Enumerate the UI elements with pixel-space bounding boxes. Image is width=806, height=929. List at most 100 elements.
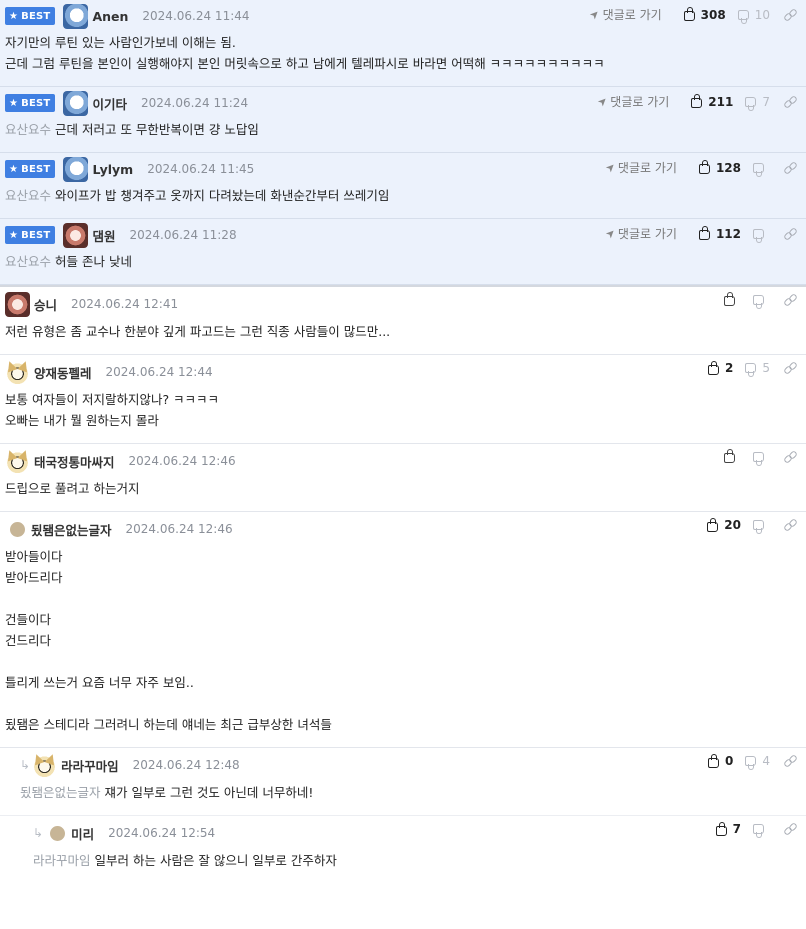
link-icon[interactable]: [784, 823, 796, 835]
mention-tag[interactable]: 라라꾸마임: [33, 853, 91, 868]
nickname[interactable]: Anen: [92, 9, 128, 24]
comment-line: 요산요수 허들 존나 낮네: [5, 251, 806, 272]
goto-comment-link[interactable]: ➤ 댓글로 가기: [587, 6, 661, 23]
star-icon: ★: [9, 10, 19, 22]
reply-comment: ↳ 라라꾸마임 2024.06.24 12:48 0 4 됬됌은없는글자 쟤가 일부로 그런…: [0, 748, 806, 816]
link-icon[interactable]: [784, 96, 796, 108]
nickname[interactable]: 양재동펠레: [34, 363, 92, 382]
comment-line: 건들이다: [5, 609, 806, 630]
ghost-avatar[interactable]: [63, 3, 89, 29]
dot-avatar[interactable]: [10, 521, 25, 537]
link-icon[interactable]: [784, 362, 796, 374]
goto-label: 댓글로 가기: [617, 227, 677, 241]
fox-avatar[interactable]: [32, 752, 58, 778]
downvote-button[interactable]: 5: [745, 361, 770, 377]
nickname[interactable]: 승니: [34, 295, 57, 314]
comment-line: 자기만의 루틴 있는 사람인가보네 이해는 됨.: [5, 32, 806, 53]
ghost-avatar[interactable]: [63, 156, 89, 182]
downvote-button[interactable]: [753, 294, 770, 309]
downvote-button[interactable]: 4: [745, 754, 770, 770]
timestamp: 2024.06.24 12:54: [108, 826, 216, 840]
link-icon[interactable]: [784, 755, 796, 767]
link-icon[interactable]: [784, 228, 796, 240]
downvote-button[interactable]: 7: [745, 95, 770, 111]
comment-text: 보통 여자들이 저지랄하지않나? ㅋㅋㅋㅋ: [5, 392, 220, 407]
goto-comment-link[interactable]: ➤ 댓글로 가기: [595, 93, 669, 110]
upvote-button[interactable]: [724, 449, 741, 463]
dog-avatar[interactable]: [63, 222, 89, 248]
link-icon[interactable]: [784, 9, 796, 21]
downvote-button[interactable]: [753, 824, 770, 838]
fox-avatar[interactable]: [5, 448, 30, 474]
downvote-button[interactable]: 10: [737, 8, 770, 24]
nickname[interactable]: 태국정통마싸지: [34, 452, 115, 471]
link-icon[interactable]: [784, 519, 796, 531]
dot-avatar[interactable]: [50, 825, 66, 841]
upvote-button[interactable]: 308: [683, 7, 726, 22]
downvote-button[interactable]: [753, 162, 770, 177]
thumbs-up-icon: [708, 753, 719, 768]
comment: 됬됌은없는글자 2024.06.24 12:46 20 받아들이다 받아드리다 건들이다 건…: [0, 512, 806, 748]
comment-text: 허들 존나 낮네: [55, 254, 132, 269]
dog-avatar[interactable]: [5, 291, 30, 317]
downvote-count: 5: [762, 361, 770, 375]
mention-tag[interactable]: 요산요수: [5, 188, 51, 203]
link-icon[interactable]: [784, 294, 796, 306]
nickname[interactable]: Lylym: [92, 162, 133, 177]
comment-line: 받아드리다: [5, 567, 806, 588]
comment-header: ↳ 라라꾸마임 2024.06.24 12:48 0 4: [20, 748, 806, 780]
comment-body: 됬됌은없는글자 쟤가 일부로 그런 것도 아닌데 너무하네!: [20, 780, 806, 815]
fox-avatar[interactable]: [5, 359, 30, 385]
comment-body: 저런 유형은 좀 교수나 한분야 깊게 파고드는 그런 직종 사람들이 많드만.…: [5, 319, 806, 354]
comment-line: [5, 588, 806, 609]
nickname[interactable]: 라라꾸마임: [61, 756, 119, 775]
upvote-button[interactable]: 211: [691, 94, 733, 109]
mention-tag[interactable]: 됬됌은없는글자: [20, 785, 101, 800]
upvote-button[interactable]: 112: [698, 226, 741, 241]
nickname[interactable]: 이기타: [92, 94, 127, 113]
thumbs-up-icon: [724, 292, 735, 306]
thumbs-up-icon: [708, 360, 719, 375]
comment-line: 오빠는 내가 뭘 원하는지 몰라: [5, 410, 806, 431]
goto-comment-link[interactable]: ➤ 댓글로 가기: [602, 225, 677, 242]
timestamp: 2024.06.24 12:48: [132, 758, 240, 772]
thumbs-up-icon: [715, 821, 727, 836]
comment-line: 라라꾸마임 일부러 하는 사람은 잘 않으니 일부로 간주하자: [33, 850, 806, 871]
comment-actions: [712, 292, 796, 309]
downvote-button[interactable]: [753, 451, 770, 466]
comment-line: 저런 유형은 좀 교수나 한분야 깊게 파고드는 그런 직종 사람들이 많드만.…: [5, 321, 806, 342]
comment-actions: 04: [696, 753, 796, 770]
navigate-arrow-icon: ➤: [587, 6, 603, 23]
timestamp: 2024.06.24 11:44: [142, 9, 250, 23]
comment-header: ★ BEST Anen 2024.06.24 11:44 ➤ 댓글로 가기 308 10: [5, 0, 806, 30]
thumbs-up-icon: [707, 517, 719, 532]
nickname[interactable]: 댐원: [92, 226, 115, 245]
comment-body: 자기만의 루틴 있는 사람인가보네 이해는 됨. 근데 그럼 루틴을 본인이 실행…: [5, 30, 806, 86]
upvote-button[interactable]: 128: [698, 160, 741, 175]
goto-label: 댓글로 가기: [617, 161, 677, 175]
link-icon[interactable]: [784, 451, 796, 463]
upvote-count: 20: [724, 518, 741, 532]
comment-text: 틀리게 쓰는거 요즘 너무 자주 보임..: [5, 675, 194, 690]
mention-tag[interactable]: 요산요수: [5, 254, 51, 269]
goto-comment-link[interactable]: ➤ 댓글로 가기: [602, 159, 677, 176]
upvote-button[interactable]: 7: [715, 821, 741, 836]
mention-tag[interactable]: 요산요수: [5, 122, 51, 137]
upvote-count: 0: [725, 754, 734, 768]
upvote-button[interactable]: 2: [708, 360, 733, 375]
nickname[interactable]: 미리: [71, 824, 94, 843]
comment-header: ↳ 미리 2024.06.24 12:54 7: [33, 816, 806, 848]
upvote-button[interactable]: 20: [707, 517, 741, 532]
best-label: BEST: [21, 10, 51, 22]
upvote-button[interactable]: [724, 292, 741, 306]
ghost-avatar[interactable]: [63, 90, 89, 116]
comment-text: 일부러 하는 사람은 잘 않으니 일부로 간주하자: [94, 853, 337, 868]
downvote-button[interactable]: [753, 520, 770, 534]
downvote-button[interactable]: [753, 228, 770, 243]
comment-text: 근데 저러고 또 무한반복이면 걍 노답임: [55, 122, 259, 137]
nickname[interactable]: 됬됌은없는글자: [31, 520, 112, 539]
link-icon[interactable]: [784, 162, 796, 174]
comment-text: 받아드리다: [5, 570, 63, 585]
upvote-button[interactable]: 0: [708, 753, 734, 768]
best-label: BEST: [21, 163, 51, 175]
